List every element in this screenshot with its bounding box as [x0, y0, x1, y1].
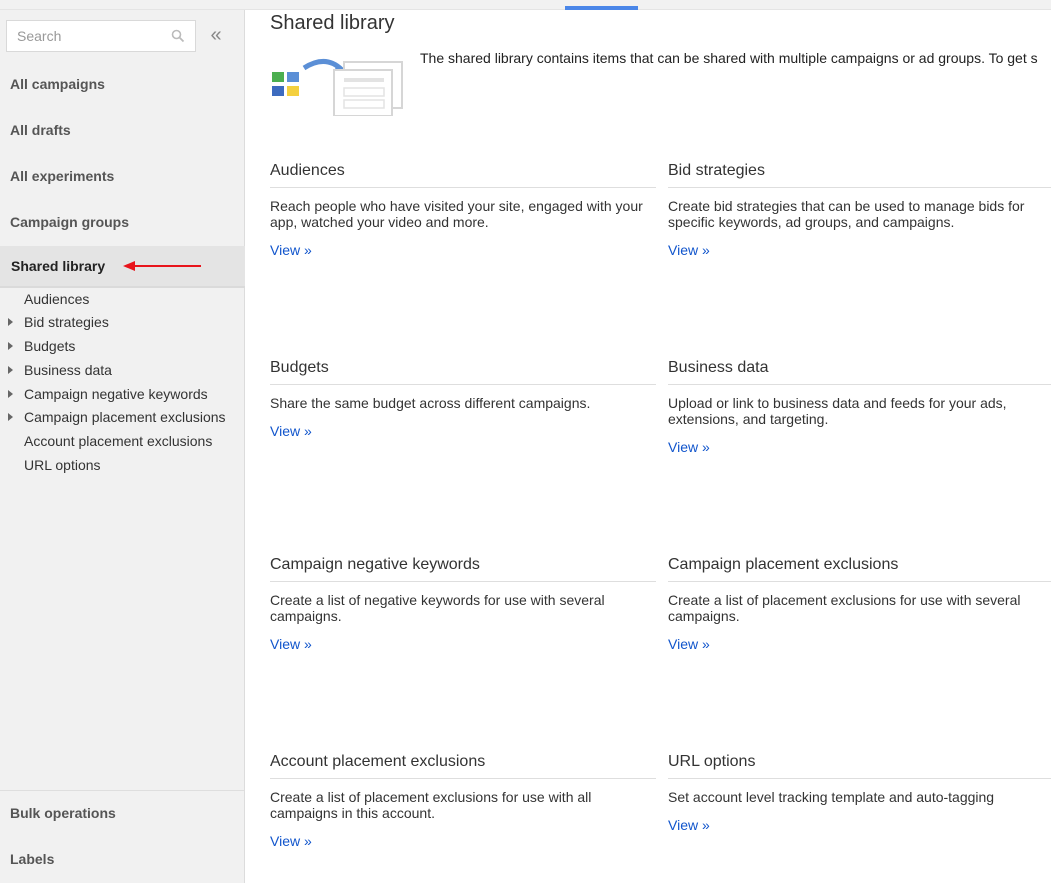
card-title: Bid strategies: [668, 160, 1051, 188]
nav-labels[interactable]: Labels: [0, 851, 245, 867]
card-description: Upload or link to business data and feed…: [668, 395, 1007, 427]
card-title: Campaign placement exclusions: [668, 554, 1051, 582]
card-description: Create a list of negative keywords for u…: [270, 592, 605, 624]
card-title: Budgets: [270, 357, 656, 385]
card-budgets: Budgets Share the same budget across dif…: [270, 357, 656, 441]
search-icon[interactable]: [171, 29, 185, 43]
view-campaign-negative-keywords-link[interactable]: View »: [270, 636, 312, 652]
view-budgets-link[interactable]: View »: [270, 423, 312, 439]
card-description: Create a list of placement exclusions fo…: [668, 592, 1021, 624]
card-title: URL options: [668, 751, 1051, 779]
page-title: Shared library: [270, 12, 395, 34]
main-content: Shared library The shared library contai…: [246, 10, 1051, 883]
nav-campaign-groups[interactable]: Campaign groups: [0, 214, 245, 230]
card-description: Reach people who have visited your site,…: [270, 198, 643, 230]
search-input[interactable]: [7, 21, 157, 51]
view-business-data-link[interactable]: View »: [668, 439, 710, 455]
sidebar-divider: [0, 790, 244, 791]
view-campaign-placement-exclusions-link[interactable]: View »: [668, 636, 710, 652]
card-title: Audiences: [270, 160, 656, 188]
subnav-bid-strategies[interactable]: Bid strategies: [24, 314, 109, 330]
card-description: Create bid strategies that can be used t…: [668, 198, 1025, 230]
card-title: Campaign negative keywords: [270, 554, 656, 582]
intro-text: The shared library contains items that c…: [420, 50, 1038, 66]
card-campaign-negative-keywords: Campaign negative keywords Create a list…: [270, 554, 656, 654]
subnav-url-options[interactable]: URL options: [24, 457, 101, 473]
expand-caret-icon[interactable]: [8, 342, 13, 350]
view-url-options-link[interactable]: View »: [668, 817, 710, 833]
card-title: Account placement exclusions: [270, 751, 656, 779]
card-description: Share the same budget across different c…: [270, 395, 591, 411]
collapse-sidebar-icon[interactable]: «: [205, 24, 227, 48]
subnav-budgets[interactable]: Budgets: [24, 338, 75, 354]
card-business-data: Business data Upload or link to business…: [668, 357, 1051, 457]
expand-caret-icon[interactable]: [8, 390, 13, 398]
search-box: [6, 20, 196, 52]
subnav-audiences[interactable]: Audiences: [24, 291, 89, 307]
subnav-business-data[interactable]: Business data: [24, 362, 112, 378]
card-account-placement-exclusions: Account placement exclusions Create a li…: [270, 751, 656, 851]
top-tab-strip: [0, 0, 1051, 10]
expand-caret-icon[interactable]: [8, 366, 13, 374]
sidebar: « All campaigns All drafts All experimen…: [0, 10, 245, 883]
card-audiences: Audiences Reach people who have visited …: [270, 160, 656, 260]
shared-library-illustration-icon: [272, 59, 403, 116]
subnav-campaign-placement-exclusions[interactable]: Campaign placement exclusions: [24, 409, 226, 425]
subnav-campaign-negative-keywords[interactable]: Campaign negative keywords: [24, 386, 208, 402]
card-title: Business data: [668, 357, 1051, 385]
card-description: Create a list of placement exclusions fo…: [270, 789, 592, 821]
nav-bulk-operations[interactable]: Bulk operations: [0, 805, 245, 821]
card-url-options: URL options Set account level tracking t…: [668, 751, 1051, 835]
nav-all-experiments[interactable]: All experiments: [0, 168, 245, 184]
expand-caret-icon[interactable]: [8, 413, 13, 421]
view-audiences-link[interactable]: View »: [270, 242, 312, 258]
card-description: Set account level tracking template and …: [668, 789, 995, 805]
nav-all-campaigns[interactable]: All campaigns: [0, 76, 245, 92]
subnav-account-placement-exclusions[interactable]: Account placement exclusions: [24, 433, 212, 449]
view-bid-strategies-link[interactable]: View »: [668, 242, 710, 258]
card-bid-strategies: Bid strategies Create bid strategies tha…: [668, 160, 1051, 260]
expand-caret-icon[interactable]: [8, 318, 13, 326]
card-campaign-placement-exclusions: Campaign placement exclusions Create a l…: [668, 554, 1051, 654]
view-account-placement-exclusions-link[interactable]: View »: [270, 833, 312, 849]
annotation-arrow-icon: [123, 261, 201, 271]
nav-all-drafts[interactable]: All drafts: [0, 122, 245, 138]
